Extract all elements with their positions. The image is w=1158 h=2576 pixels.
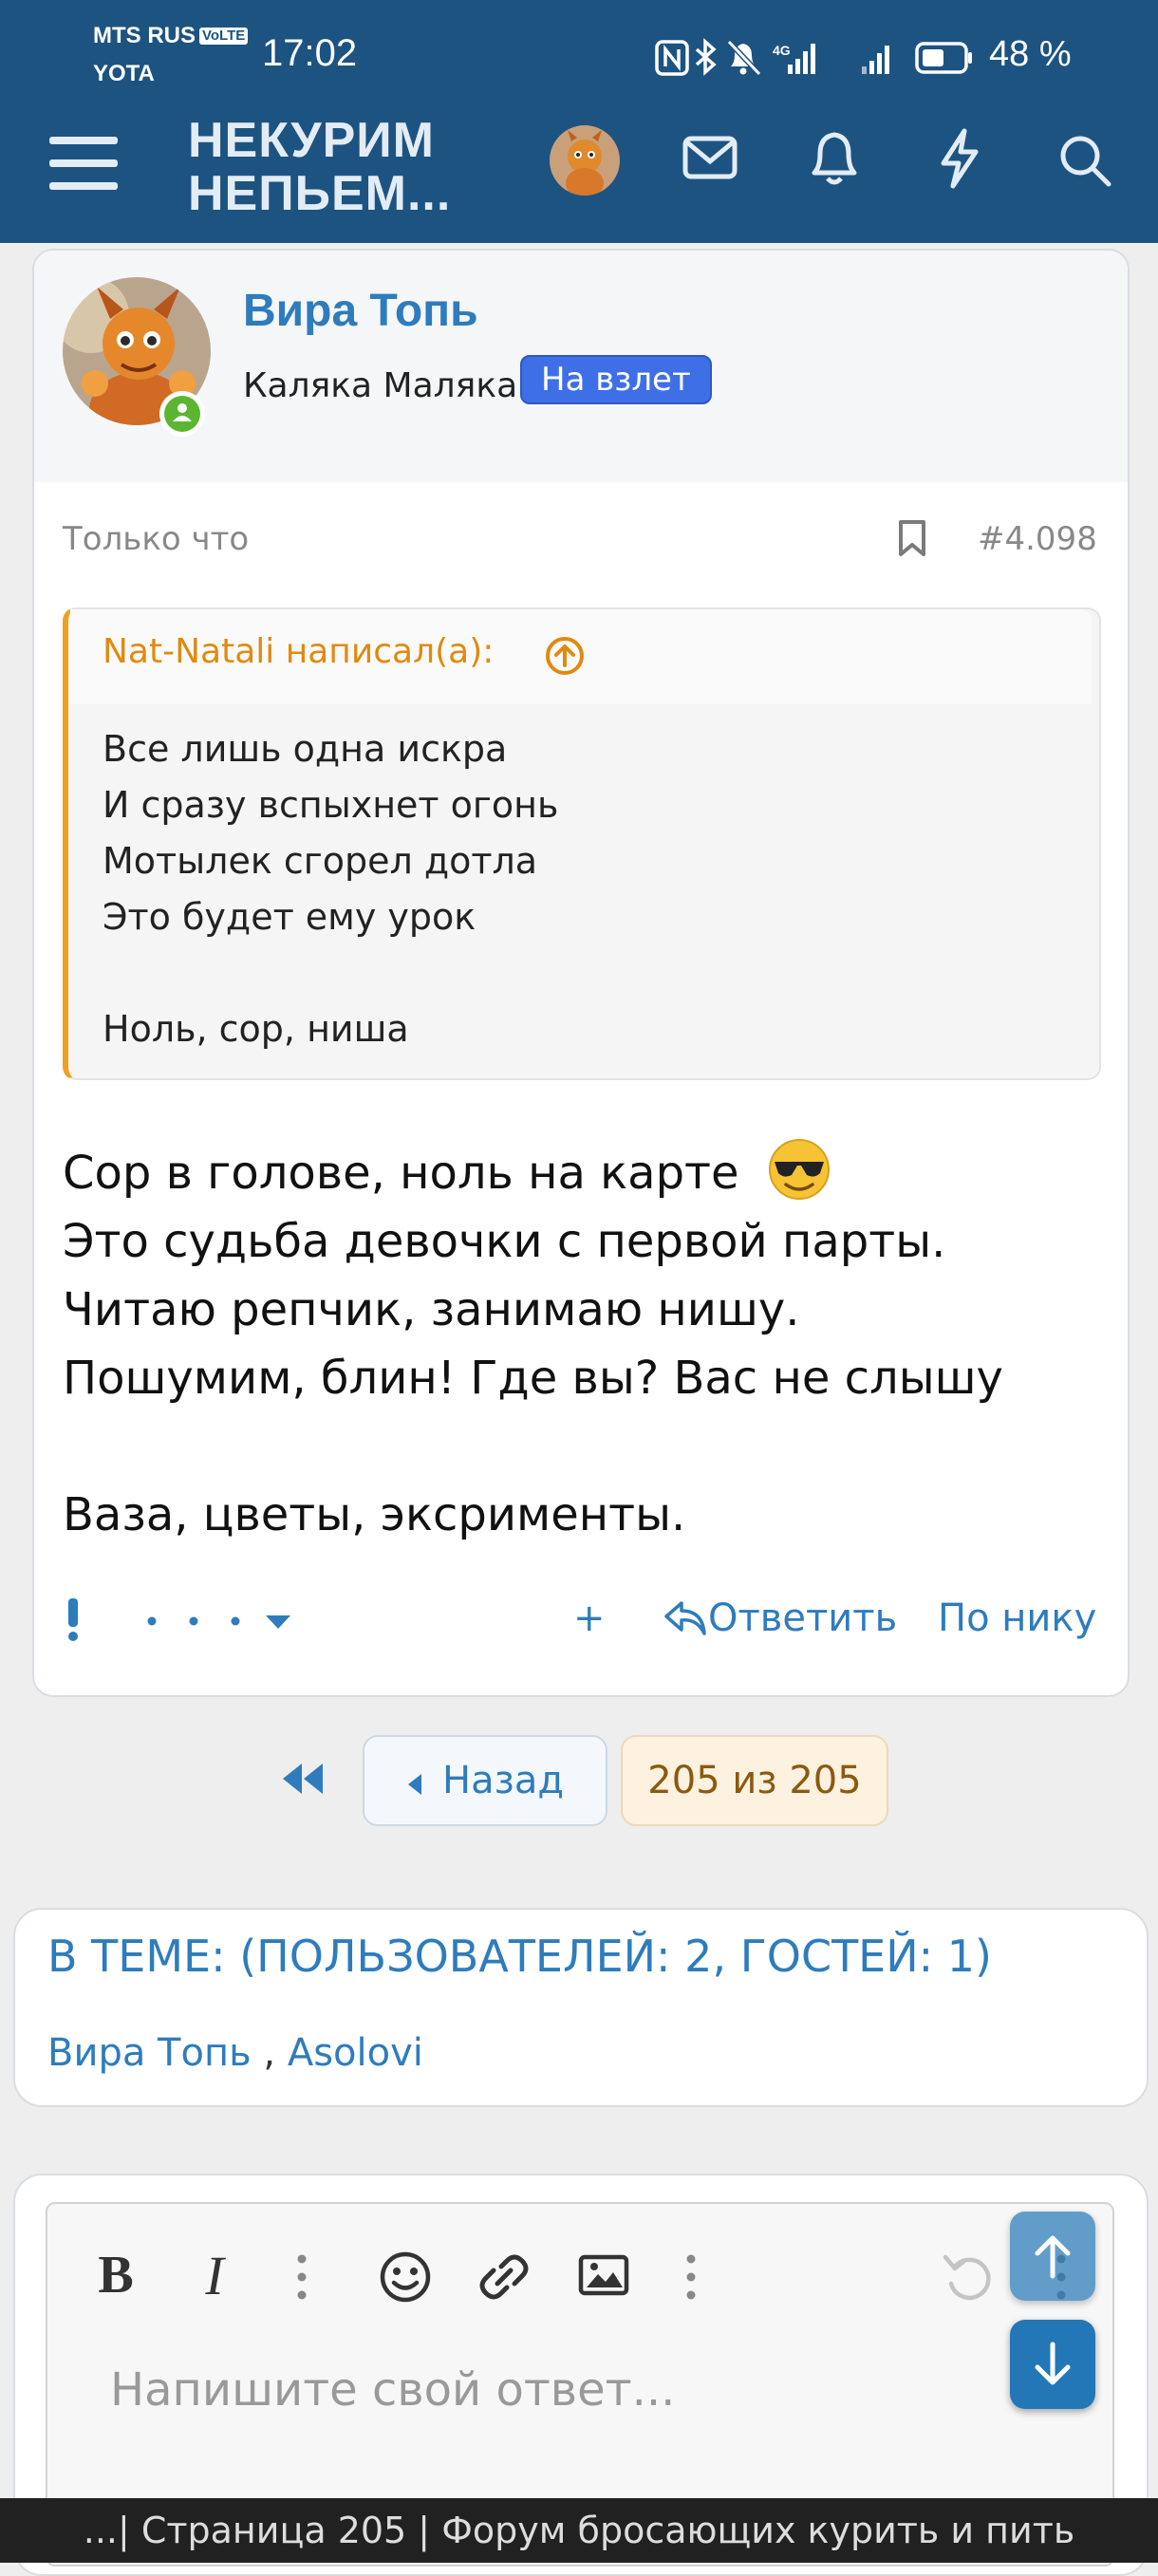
whats-new-lightning-icon[interactable] xyxy=(938,127,981,190)
quote-line: И сразу вспыхнет огонь xyxy=(103,784,559,826)
quote-text: Все лишь одна искра И сразу вспыхнет ого… xyxy=(103,721,558,1057)
caret-left-icon xyxy=(407,1774,421,1795)
logo-line-1: НЕКУРИМ xyxy=(188,113,435,168)
reactions-menu[interactable] xyxy=(139,1608,300,1634)
viewer-link[interactable]: Вира Топь xyxy=(47,2031,252,2075)
reply-textarea[interactable]: Напишите свой ответ... xyxy=(110,2363,675,2417)
hamburger-menu-icon[interactable] xyxy=(49,135,118,192)
quote-line: Мотылек сгорел дотла xyxy=(103,840,538,882)
quote-author[interactable]: Nat-Natali написал(а): xyxy=(103,632,494,671)
more-options-vertical-icon[interactable] xyxy=(290,2253,313,2301)
cool-sunglasses-emoji-icon xyxy=(768,1139,830,1200)
caret-down-icon xyxy=(266,1615,290,1629)
first-page-double-arrow-icon[interactable] xyxy=(279,1758,328,1800)
carrier-name: MTS RUS xyxy=(93,23,196,48)
post-time[interactable]: Только что xyxy=(63,520,249,558)
logo-line-2: НЕПЬЕМ... xyxy=(188,166,452,221)
bell-off-icon xyxy=(726,39,762,77)
post-line: Ваза, цветы, эксрименты. xyxy=(63,1488,686,1541)
nfc-icon xyxy=(655,40,689,76)
go-to-quote-arrow-up-icon[interactable] xyxy=(545,636,585,676)
mail-icon[interactable] xyxy=(682,135,738,182)
bluetooth-icon xyxy=(695,38,717,76)
search-icon[interactable] xyxy=(1057,133,1112,188)
reply-by-nick-button[interactable]: По нику xyxy=(938,1596,1096,1640)
post-body: Сор в голове, ноль на карте Это судьба д… xyxy=(63,1137,1088,1549)
scroll-to-top-button[interactable] xyxy=(1010,2212,1095,2301)
user-rank-badge: На взлет xyxy=(520,355,712,404)
quote-line: Ноль, сор, ниша xyxy=(103,1008,409,1050)
current-page-indicator[interactable]: 205 из 205 xyxy=(621,1735,888,1826)
previous-page-label: Назад xyxy=(441,1759,565,1802)
more-insert-options-icon[interactable] xyxy=(680,2253,702,2301)
signal-4g-icon: 4G xyxy=(773,43,815,74)
viewer-separator: , xyxy=(251,2031,288,2075)
reply-arrow-icon xyxy=(664,1601,706,1635)
insert-link-icon[interactable] xyxy=(476,2249,532,2305)
signal-icon xyxy=(862,46,889,74)
thread-viewers-list: Вира Топь , Asolovi xyxy=(47,2031,423,2075)
header-avatar[interactable] xyxy=(549,124,621,196)
viewer-link[interactable]: Asolovi xyxy=(288,2031,423,2075)
report-exclamation-icon[interactable] xyxy=(63,1596,84,1642)
bold-button[interactable]: B xyxy=(87,2242,144,2308)
emoji-smiley-icon[interactable] xyxy=(378,2249,433,2305)
post-line: Читаю репчик, занимаю нишу. xyxy=(63,1283,800,1336)
notifications-bell-icon[interactable] xyxy=(809,129,860,188)
volte-badge: VoLTE xyxy=(199,28,249,45)
site-logo[interactable]: НЕКУРИМ НЕПЬЕМ... xyxy=(188,114,451,220)
page-title-bar: ...| Страница 205 | Форум бросающих кури… xyxy=(0,2498,1158,2563)
reply-button[interactable]: Ответить xyxy=(663,1596,897,1640)
arrow-up-icon xyxy=(1035,2235,1071,2279)
bookmark-icon[interactable] xyxy=(896,518,928,558)
italic-button[interactable]: I xyxy=(186,2242,243,2308)
previous-page-button[interactable]: Назад xyxy=(363,1735,607,1826)
user-title: Каляка Маляка xyxy=(243,366,518,405)
insert-image-icon[interactable] xyxy=(577,2251,630,2299)
quote-line xyxy=(103,945,558,1001)
status-time: 17:02 xyxy=(262,32,358,74)
reply-label: Ответить xyxy=(708,1596,898,1640)
status-carrier-1: MTS RUS VoLTE xyxy=(93,21,249,51)
post-author-name[interactable]: Вира Топь xyxy=(243,285,478,337)
post-number[interactable]: #4.098 xyxy=(978,520,1097,558)
scroll-to-bottom-button[interactable] xyxy=(1010,2320,1095,2409)
post-author-avatar[interactable] xyxy=(63,277,215,439)
post-line xyxy=(63,1412,1088,1481)
status-carrier-2: YOTA xyxy=(93,61,155,86)
battery-icon xyxy=(915,42,972,74)
post-line: Пошумим, блин! Где вы? Вас не слышу xyxy=(63,1352,1003,1405)
undo-icon[interactable] xyxy=(940,2248,995,2303)
post-line: Сор в голове, ноль на карте xyxy=(63,1137,1088,1207)
thread-viewers-title: В ТЕМЕ: (ПОЛЬЗОВАТЕЛЕЙ: 2, ГОСТЕЙ: 1) xyxy=(47,1931,992,1982)
battery-percent: 48 % xyxy=(989,34,1072,74)
svg-text:4G: 4G xyxy=(773,43,791,58)
arrow-down-icon xyxy=(1035,2342,1071,2385)
post-line: Это судьба девочки с первой парты. xyxy=(63,1215,946,1268)
multiquote-plus-button[interactable]: + xyxy=(573,1596,606,1640)
quote-line: Все лишь одна искра xyxy=(103,728,508,770)
quote-line: Это будет ему урок xyxy=(103,896,476,938)
